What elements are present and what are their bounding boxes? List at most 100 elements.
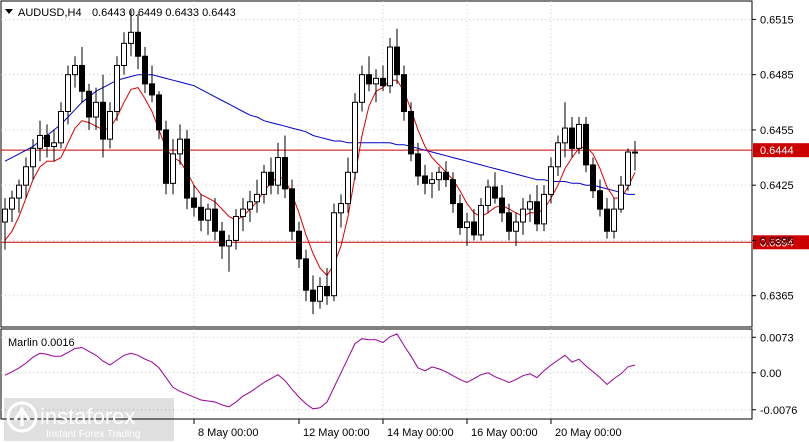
candle-body-up (23, 166, 29, 186)
candle-body-up (541, 193, 547, 225)
candle-body-up (317, 285, 323, 302)
candle-body-down (604, 208, 610, 232)
level-price-label: 0.6444 (760, 145, 794, 157)
candle-body-down (394, 46, 400, 76)
candle-body-up (338, 203, 344, 214)
candle-body-down (380, 77, 386, 87)
candle-body-down (499, 197, 505, 214)
candle-body-up (205, 208, 211, 221)
osc-y-tick-label: 0.00 (760, 368, 781, 380)
y-tick-label: 0.6365 (760, 291, 794, 303)
candle-body-up (247, 201, 253, 210)
candle-body-up (65, 74, 71, 113)
candle-body-up (555, 142, 561, 168)
candle-body-down (506, 212, 512, 232)
symbol-label: AUDUSD,H4 (18, 7, 82, 19)
candle-body-up (254, 193, 260, 203)
candle-body-up (352, 101, 358, 173)
y-tick-label: 0.6455 (760, 125, 794, 137)
watermark-logo: instaforex Instant Forex Trading (4, 398, 174, 441)
candle-body-up (240, 208, 246, 217)
candle-body-up (632, 151, 638, 154)
indicator-label: Marlin 0.0016 (8, 337, 75, 349)
candle-body-up (37, 134, 43, 149)
x-tick-label: 12 May 00:00 (303, 427, 370, 439)
candle (114, 56, 120, 121)
candle-body-down (569, 127, 575, 149)
candle-body-up (121, 42, 127, 66)
candle-body-up (513, 221, 519, 232)
candle (289, 179, 295, 241)
candle-body-up (9, 197, 15, 210)
candle-body-down (366, 74, 372, 85)
candle-body-up (520, 208, 526, 223)
candle-body-up (51, 142, 57, 148)
candle-body-down (597, 190, 603, 210)
candle-body-up (527, 201, 533, 210)
candle (583, 117, 589, 173)
candle-body-up (72, 64, 78, 76)
candle-body-down (79, 64, 85, 92)
candle-body-down (303, 258, 309, 291)
candle-body-up (548, 166, 554, 195)
y-tick-label: 0.6425 (760, 180, 794, 192)
candle-body-up (562, 127, 568, 144)
candle-body-down (198, 206, 204, 221)
candle-body-up (429, 179, 435, 184)
candle-body-up (93, 101, 99, 118)
ohlc-readout: 0.6443 0.6449 0.6433 0.6443 (92, 7, 236, 19)
candle-body-up (345, 171, 351, 205)
candle-body-up (233, 215, 239, 241)
candle (163, 120, 169, 195)
candle-body-up (128, 31, 134, 44)
candle-body-up (485, 186, 491, 206)
candle-body-down (268, 171, 274, 186)
candle-body-down (184, 138, 190, 199)
candle-body-up (478, 204, 484, 236)
candle-body-up (16, 184, 22, 199)
candle-body-down (471, 221, 477, 236)
candle (184, 129, 190, 210)
candle-body-up (261, 171, 267, 195)
candle-body-down (212, 208, 218, 232)
candle-body-up (576, 123, 582, 149)
candle-body-down (450, 179, 456, 205)
candle-body-down (457, 203, 463, 229)
x-tick-label: 16 May 00:00 (471, 427, 538, 439)
candle-body-down (135, 31, 141, 57)
candle-body-up (58, 111, 64, 144)
candle-body-up (30, 147, 36, 168)
osc-y-tick-label: 0.0073 (760, 332, 794, 344)
price-axis: 0.6365 0.6395 0.6425 0.6455 0.6485 0.6515 (752, 14, 794, 303)
candle-body-up (625, 151, 631, 186)
candle-body-down (219, 230, 225, 247)
candle-body-up (275, 157, 281, 186)
candle-body-down (324, 285, 330, 297)
candle-body-up (226, 239, 232, 247)
candle-body-down (590, 164, 596, 192)
candle-body-up (464, 221, 470, 229)
candle-body-up (2, 208, 8, 223)
candle-body-down (492, 186, 498, 199)
y-tick-label: 0.6485 (760, 70, 794, 82)
candle-body-down (191, 197, 197, 208)
price-panel (0, 0, 753, 328)
time-axis: 8 May 00:00 12 May 00:00 14 May 00:00 16 Ma… (193, 419, 622, 439)
candle-body-down (142, 55, 148, 85)
candle-body-up (331, 212, 337, 297)
candle (625, 148, 631, 191)
candle (352, 93, 358, 180)
candle-body-down (163, 129, 169, 184)
chart-canvas: 0.64440.6394 0.63650.63950.64250.64550.6… (0, 0, 809, 441)
candle-body-up (177, 138, 183, 155)
candle-body-down (583, 123, 589, 166)
candle-body-down (100, 101, 106, 140)
candle-body-down (86, 90, 92, 118)
x-tick-label: 14 May 00:00 (387, 427, 454, 439)
candle-body-down (156, 94, 162, 131)
candle (331, 203, 337, 302)
y-tick-label: 0.6515 (760, 14, 794, 26)
candle-body-down (44, 134, 50, 148)
candle-body-up (107, 111, 113, 140)
candle-body-up (618, 184, 624, 210)
